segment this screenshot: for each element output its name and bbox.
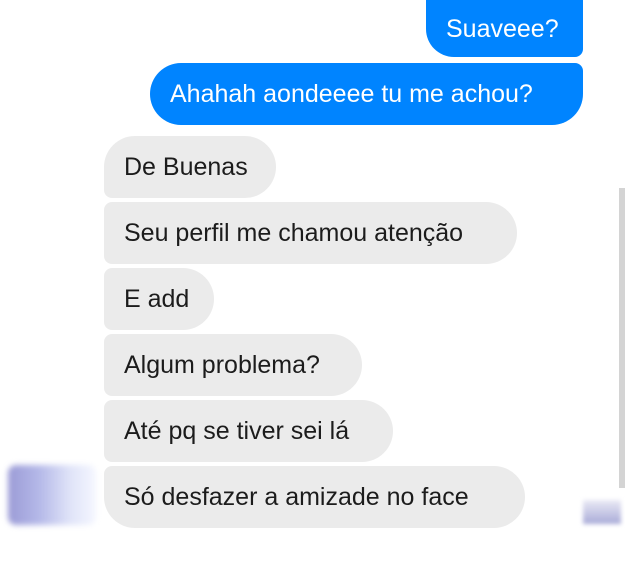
received-message[interactable]: Seu perfil me chamou atenção (104, 202, 517, 264)
received-message[interactable]: Algum problema? (104, 334, 362, 396)
received-message[interactable]: De Buenas (104, 136, 276, 198)
received-message[interactable]: Até pq se tiver sei lá (104, 400, 393, 462)
scrollbar[interactable] (619, 188, 625, 488)
sent-message[interactable]: Suaveee? (426, 0, 583, 57)
chat-thread: Suaveee? Ahahah aondeeee tu me achou? De… (0, 0, 625, 562)
received-message[interactable]: E add (104, 268, 214, 330)
sent-message[interactable]: Ahahah aondeeee tu me achou? (150, 63, 583, 125)
received-message[interactable]: Só desfazer a amizade no face (104, 466, 525, 528)
avatar[interactable] (8, 465, 96, 525)
read-receipt-avatar (583, 500, 621, 524)
